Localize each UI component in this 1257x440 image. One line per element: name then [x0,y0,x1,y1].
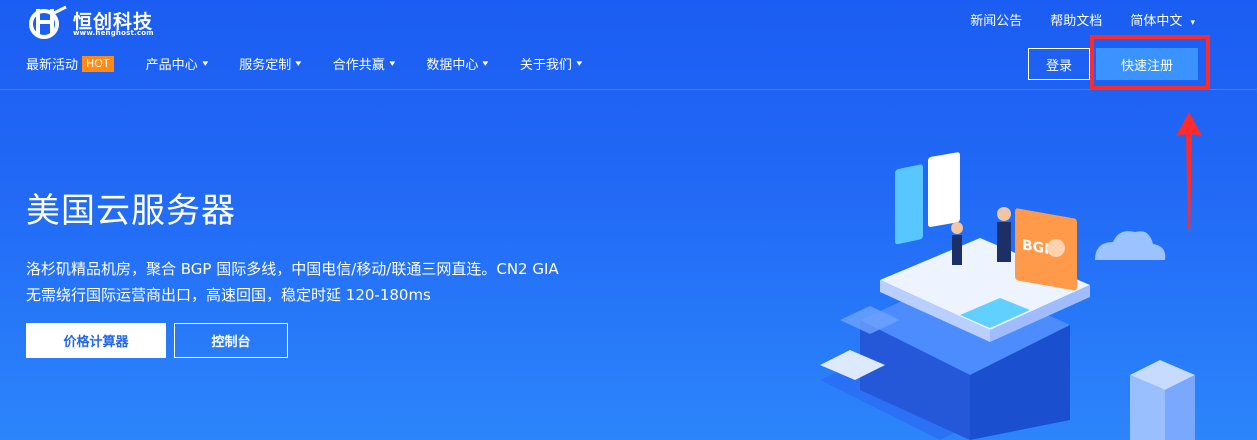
nav-item-datacenter[interactable]: 数据中心 ▾ [426,54,488,73]
hero-description-line: 无需绕行国际运营商出口，高速回国，稳定时延 120-180ms [26,286,431,304]
nav-item-partnership[interactable]: 合作共赢 ▾ [333,54,395,73]
chevron-down-icon: ▾ [576,58,583,69]
language-selector[interactable]: 简体中文 ▾ [1130,10,1195,29]
nav-item-custom-services[interactable]: 服务定制 ▾ [239,54,301,73]
chevron-down-icon: ▾ [202,58,208,69]
login-button[interactable]: 登录 [1028,48,1090,80]
register-highlight-box [1090,35,1210,90]
logo-icon [29,5,67,39]
nav-item-products[interactable]: 产品中心 ▾ [146,54,208,73]
nav-item-about[interactable]: 关于我们 ▾ [520,54,582,73]
nav-item-label: 合作共赢 [332,58,385,73]
brand-logo[interactable]: 恒创科技 www.henghost.com [26,5,156,39]
util-link-help[interactable]: 帮助文档 [1050,10,1102,29]
console-button[interactable]: 控制台 [174,323,288,358]
chevron-down-icon: ▾ [482,58,489,69]
chevron-down-icon: ▾ [1190,18,1195,28]
chevron-down-icon: ▾ [295,58,302,69]
util-link-news[interactable]: 新闻公告 [970,10,1022,29]
nav-item-label: 最新活动 [26,58,79,73]
hero-title: 美国云服务器 [26,191,236,231]
utility-nav: 新闻公告 帮助文档 简体中文 ▾ [970,10,1195,29]
cloud-server-illustration: BGP [820,152,1195,440]
price-calculator-button[interactable]: 价格计算器 [26,323,166,358]
nav-item-activities[interactable]: 最新活动 HOT [26,54,114,73]
brand-domain: www.henghost.com [73,29,154,37]
language-label: 简体中文 [1130,14,1183,29]
chevron-down-icon: ▾ [389,58,395,69]
hot-badge: HOT [82,55,114,72]
nav-item-label: 服务定制 [239,58,292,73]
hero-description-line: 洛杉矶精品机房，聚合 BGP 国际多线，中国电信/移动/联通三网直连。CN2 G… [26,260,559,278]
main-nav: 最新活动 HOT 产品中心 ▾ 服务定制 ▾ 合作共赢 ▾ 数据中心 ▾ 关于我… [26,54,613,73]
header: 恒创科技 www.henghost.com 新闻公告 帮助文档 简体中文 ▾ 最… [0,0,1257,90]
nav-item-label: 关于我们 [519,58,572,73]
nav-item-label: 产品中心 [145,58,198,73]
nav-item-label: 数据中心 [426,58,479,73]
hero-description: 洛杉矶精品机房，聚合 BGP 国际多线，中国电信/移动/联通三网直连。CN2 G… [26,256,559,308]
